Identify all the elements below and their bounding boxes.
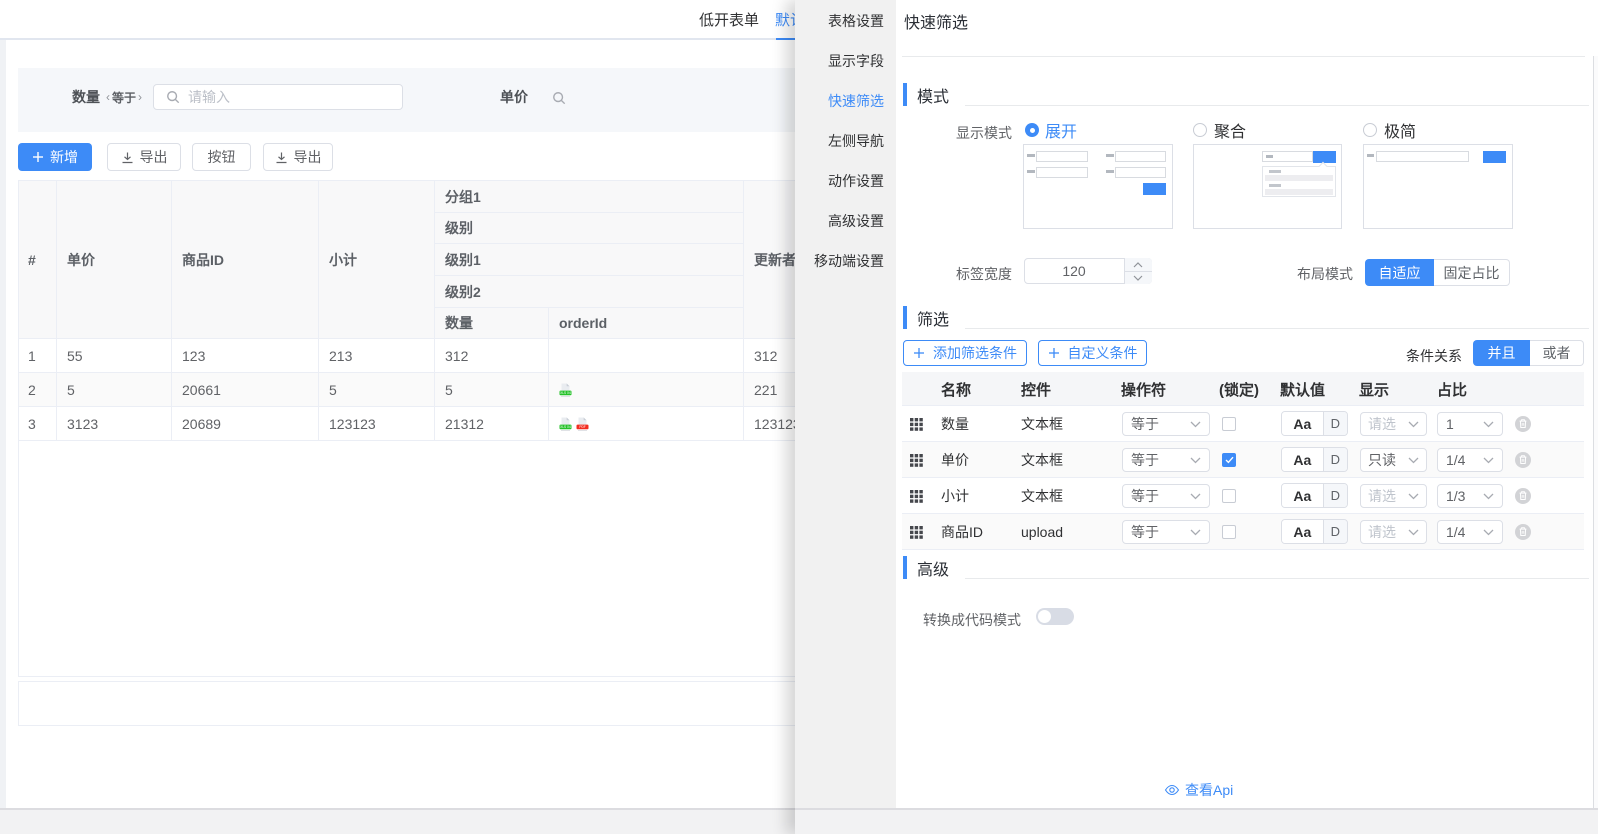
svg-text:XLS X4: XLS X4 [560, 425, 571, 429]
svg-text:PDF: PDF [579, 425, 585, 429]
svg-text:XLS X4: XLS X4 [560, 391, 571, 395]
